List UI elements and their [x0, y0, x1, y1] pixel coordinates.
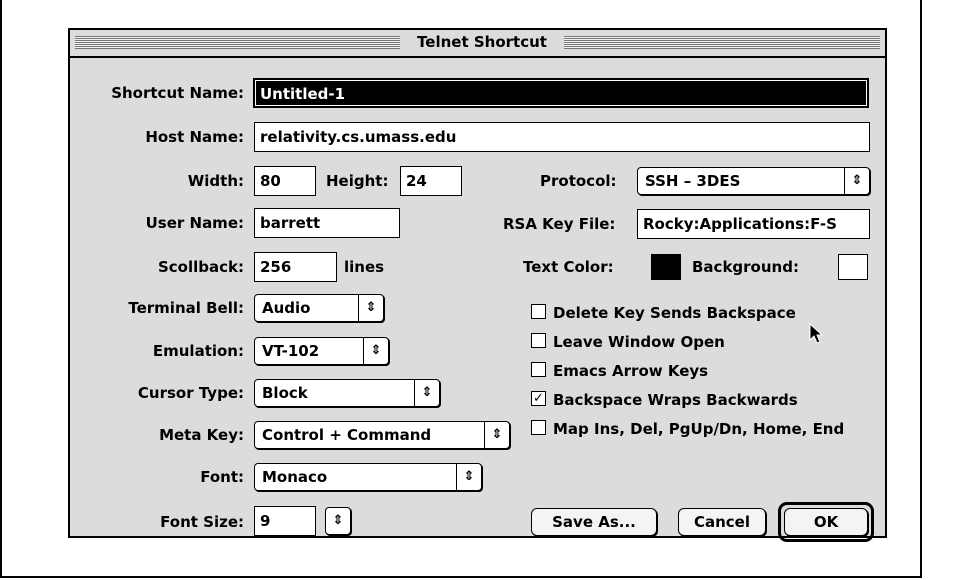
scrollback-label: Scollback: — [157, 258, 244, 276]
checkbox-label: Delete Key Sends Backspace — [553, 304, 796, 322]
popup-arrows-icon: ⇕ — [358, 295, 383, 321]
checkbox-label: Emacs Arrow Keys — [553, 362, 709, 380]
terminal-bell-value: Audio — [262, 299, 311, 317]
shortcut-name-label: Shortcut Name: — [111, 84, 244, 102]
checkbox-backspace-wraps-backwards[interactable]: ✓ Backspace Wraps Backwards — [531, 387, 798, 413]
rsa-key-file-input[interactable]: Rocky:Applications:F-S — [637, 209, 870, 239]
user-name-label: User Name: — [145, 214, 244, 232]
height-label: Height: — [326, 172, 389, 190]
meta-key-popup[interactable]: Control + Command ⇕ — [254, 421, 510, 449]
font-value: Monaco — [262, 468, 328, 486]
window-title: Telnet Shortcut — [400, 32, 564, 52]
cursor-type-label: Cursor Type: — [137, 384, 244, 402]
checkbox-icon — [531, 362, 546, 377]
checkbox-map-ins-del-pgup-home-end[interactable]: Map Ins, Del, PgUp/Dn, Home, End — [531, 416, 844, 442]
popup-arrows-icon: ⇕ — [456, 464, 481, 490]
terminal-bell-label: Terminal Bell: — [128, 299, 244, 317]
title-bar[interactable]: Telnet Shortcut — [70, 30, 885, 58]
font-popup[interactable]: Monaco ⇕ — [254, 463, 482, 491]
telnet-shortcut-dialog: Telnet Shortcut Shortcut Name: Untitled-… — [68, 28, 887, 542]
height-input[interactable]: 24 — [400, 166, 462, 196]
popup-arrows-icon: ⇕ — [844, 168, 869, 194]
emulation-label: Emulation: — [152, 342, 244, 360]
checkmark-icon: ✓ — [531, 391, 546, 406]
title-bar-stripes-right — [564, 36, 880, 49]
checkbox-label: Map Ins, Del, PgUp/Dn, Home, End — [553, 420, 845, 438]
font-label: Font: — [200, 468, 244, 486]
font-size-popup[interactable]: ⇕ — [325, 507, 351, 535]
emulation-value: VT-102 — [262, 342, 320, 360]
cancel-button[interactable]: Cancel — [678, 508, 766, 536]
meta-key-label: Meta Key: — [159, 426, 244, 444]
cursor-type-value: Block — [262, 384, 308, 402]
protocol-value: SSH – 3DES — [645, 172, 741, 190]
background-label: Background: — [692, 258, 799, 276]
user-name-input[interactable]: barrett — [254, 208, 400, 238]
text-color-label: Text Color: — [523, 258, 614, 276]
scrollback-input[interactable]: 256 — [254, 252, 337, 282]
background-color-swatch[interactable] — [838, 254, 868, 280]
checkbox-icon — [531, 304, 546, 319]
checkbox-label: Backspace Wraps Backwards — [553, 391, 798, 409]
protocol-label: Protocol: — [540, 172, 617, 190]
font-size-input[interactable]: 9 — [254, 506, 316, 536]
protocol-popup[interactable]: SSH – 3DES ⇕ — [637, 167, 870, 195]
text-color-swatch[interactable] — [651, 254, 681, 280]
save-as-button[interactable]: Save As... — [531, 508, 657, 536]
emulation-popup[interactable]: VT-102 ⇕ — [254, 337, 389, 365]
width-input[interactable]: 80 — [254, 166, 316, 196]
lines-label: lines — [344, 258, 385, 276]
host-name-label: Host Name: — [145, 128, 244, 146]
font-size-label: Font Size: — [160, 513, 244, 531]
checkbox-icon — [531, 333, 546, 348]
terminal-bell-popup[interactable]: Audio ⇕ — [254, 294, 384, 322]
meta-key-value: Control + Command — [262, 426, 432, 444]
shortcut-name-input[interactable]: Untitled-1 — [253, 78, 869, 108]
title-bar-stripes-left — [75, 36, 400, 49]
popup-arrows-icon: ⇕ — [484, 422, 509, 448]
checkbox-leave-window-open[interactable]: Leave Window Open — [531, 329, 725, 355]
ok-button[interactable]: OK — [784, 508, 868, 536]
checkbox-delete-key-sends-backspace[interactable]: Delete Key Sends Backspace — [531, 300, 796, 326]
checkbox-label: Leave Window Open — [553, 333, 725, 351]
width-label: Width: — [187, 172, 244, 190]
rsa-key-file-label: RSA Key File: — [503, 215, 616, 233]
popup-arrows-icon: ⇕ — [363, 338, 388, 364]
cursor-type-popup[interactable]: Block ⇕ — [254, 379, 440, 407]
checkbox-icon — [531, 420, 546, 435]
mouse-pointer-icon — [809, 323, 824, 344]
popup-arrows-icon: ⇕ — [332, 513, 344, 528]
host-name-input[interactable]: relativity.cs.umass.edu — [254, 122, 870, 152]
popup-arrows-icon: ⇕ — [414, 380, 439, 406]
checkbox-emacs-arrow-keys[interactable]: Emacs Arrow Keys — [531, 358, 708, 384]
